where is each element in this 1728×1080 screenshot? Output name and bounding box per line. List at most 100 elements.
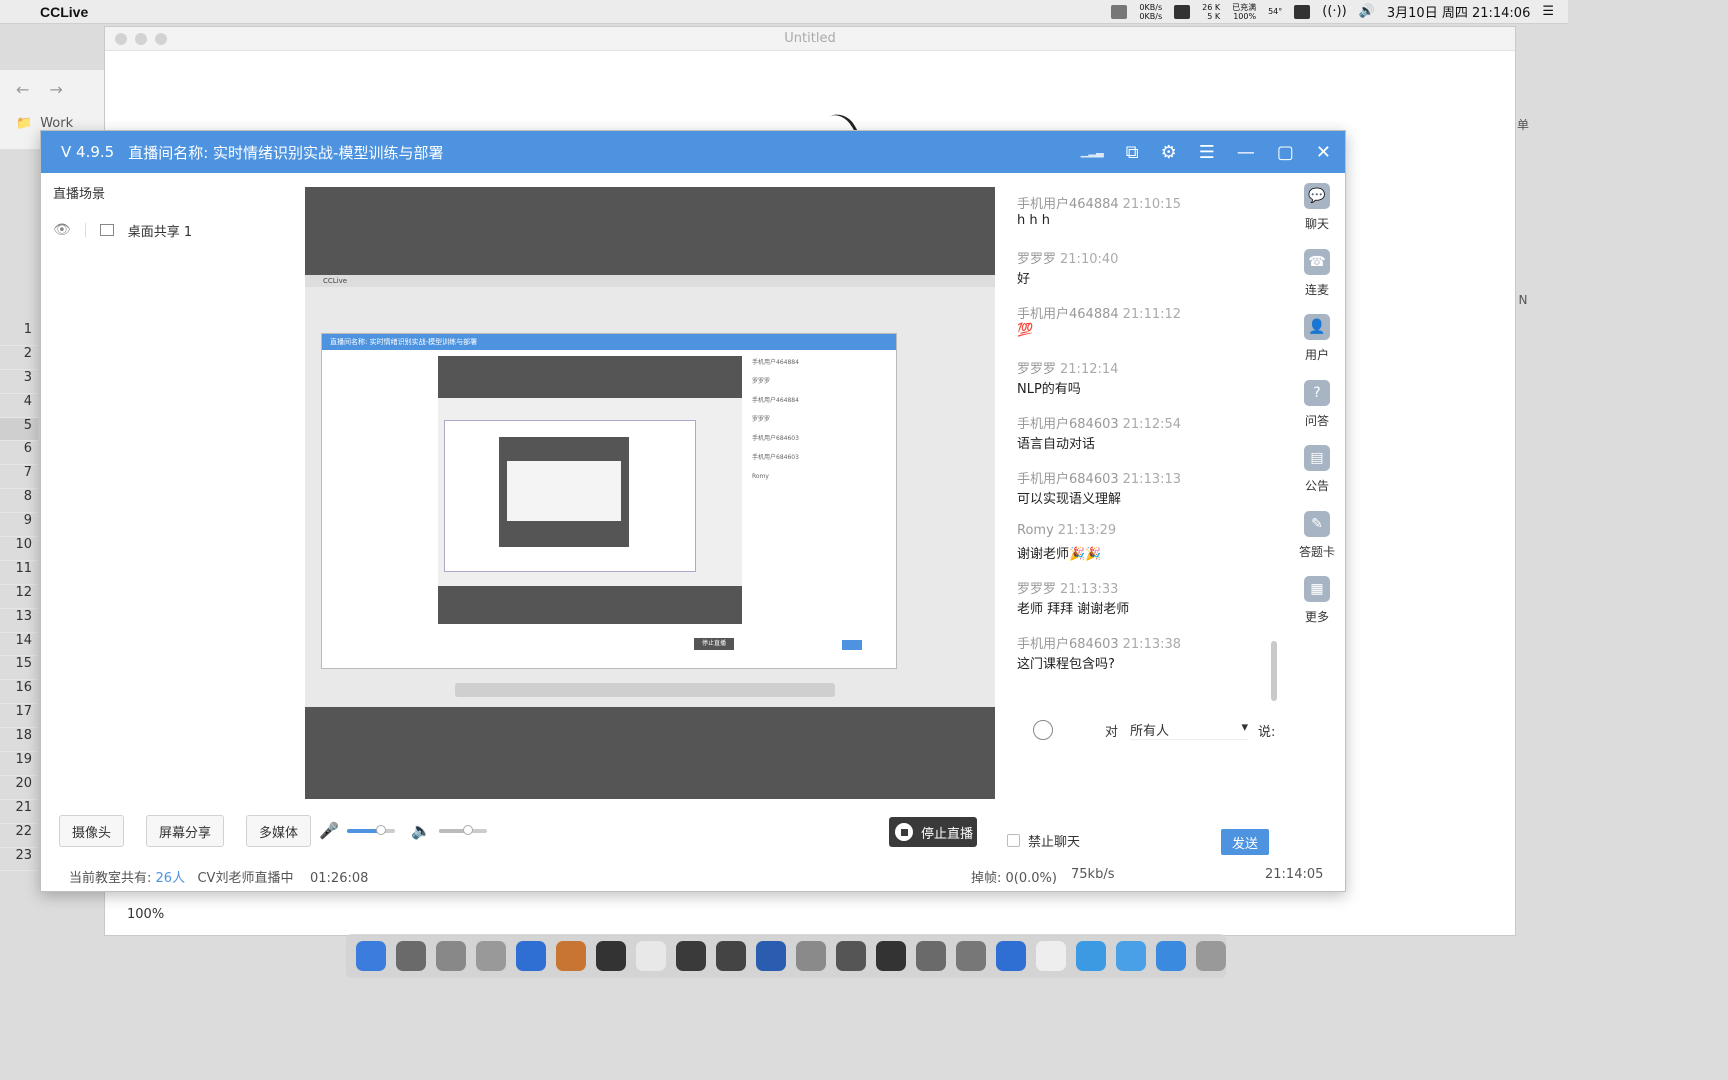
mic-volume-slider[interactable]: [346, 824, 395, 835]
chat-user[interactable]: 手机用户464884: [1017, 197, 1119, 212]
tool-notice[interactable]: ▤ 公告: [1291, 441, 1343, 507]
dock-app-icon[interactable]: [596, 941, 626, 971]
row-number[interactable]: 14: [0, 633, 38, 657]
dock-app-icon[interactable]: [796, 941, 826, 971]
row-number[interactable]: 7: [0, 465, 38, 490]
camera-button[interactable]: 摄像头: [59, 815, 125, 847]
row-number[interactable]: 12: [0, 585, 38, 609]
row-number[interactable]: 23: [0, 848, 38, 872]
row-number[interactable]: 2: [0, 346, 38, 370]
eye-icon[interactable]: 👁: [53, 222, 71, 238]
chat-user[interactable]: 手机用户684603: [1017, 417, 1119, 432]
dock-app-icon[interactable]: [436, 941, 466, 971]
stop-live-button[interactable]: 停止直播: [889, 817, 977, 847]
dock-app-icon[interactable]: [396, 941, 426, 971]
menu-app-icon[interactable]: [1174, 4, 1191, 19]
control-center-icon[interactable]: ☰: [1542, 4, 1554, 19]
chat-user[interactable]: 罗罗罗: [1017, 252, 1056, 267]
dock-app-icon[interactable]: [1156, 941, 1186, 971]
dock-app-icon[interactable]: [356, 941, 386, 971]
close-icon[interactable]: ✕: [1316, 142, 1331, 163]
minimize-icon[interactable]: —: [1237, 142, 1255, 163]
popout-icon[interactable]: ⧉: [1126, 142, 1139, 163]
speaker-icon[interactable]: 🔈: [411, 821, 431, 840]
dock-app-icon[interactable]: [1036, 941, 1066, 971]
tool-more[interactable]: ▦ 更多: [1291, 572, 1343, 638]
wifi-icon[interactable]: ((·)): [1322, 4, 1346, 19]
dock-app-icon[interactable]: [716, 941, 746, 971]
chat-scrollbar[interactable]: [1271, 641, 1277, 701]
chat-user[interactable]: 罗罗罗: [1017, 362, 1056, 377]
row-number[interactable]: 9: [0, 513, 38, 538]
row-number[interactable]: 20: [0, 776, 38, 800]
dock-app-icon[interactable]: [916, 941, 946, 971]
dock-app-icon[interactable]: [876, 941, 906, 971]
tool-answer-card[interactable]: ✎ 答题卡: [1291, 507, 1343, 573]
ban-chat-toggle[interactable]: 禁止聊天: [1007, 831, 1080, 850]
menubar-clock[interactable]: 3月10日 周四 21:14:06: [1387, 2, 1530, 21]
row-number[interactable]: 13: [0, 609, 38, 633]
dock-app-icon[interactable]: [836, 941, 866, 971]
screen-share-button[interactable]: 屏幕分享: [146, 815, 225, 847]
scene-item-desktop-share[interactable]: 👁 桌面共享 1: [53, 219, 293, 241]
chat-input[interactable]: [1011, 747, 1271, 807]
dock-app-icon[interactable]: [676, 941, 706, 971]
row-number[interactable]: 21: [0, 800, 38, 824]
row-number[interactable]: 3: [0, 370, 38, 394]
chat-list[interactable]: 手机用户464884 21:10:15 h h h 罗罗罗 21:10:40 好手机用户4…: [1017, 193, 1267, 713]
zoom-light[interactable]: [155, 33, 167, 45]
speaker-volume-slider[interactable]: [438, 824, 487, 835]
emoji-icon[interactable]: [1033, 720, 1053, 740]
dock-app-icon[interactable]: [476, 941, 506, 971]
dock-app-icon[interactable]: [556, 941, 586, 971]
dock-app-icon[interactable]: [516, 941, 546, 971]
dock-app-icon[interactable]: [636, 941, 666, 971]
row-number[interactable]: 17: [0, 704, 38, 729]
row-number[interactable]: 18: [0, 728, 38, 753]
close-light[interactable]: [115, 33, 127, 45]
chat-user[interactable]: 手机用户684603: [1017, 637, 1119, 652]
row-number[interactable]: 5: [0, 417, 38, 442]
row-number[interactable]: 1: [0, 322, 38, 346]
volume-icon[interactable]: 🔊: [1359, 4, 1375, 19]
menubar-app-name[interactable]: CCLive: [40, 4, 88, 20]
dock-app-icon[interactable]: [1076, 941, 1106, 971]
row-number[interactable]: 10: [0, 537, 38, 561]
row-number[interactable]: 16: [0, 680, 38, 705]
row-number[interactable]: 11: [0, 561, 38, 585]
clipboard-icon[interactable]: [1111, 4, 1128, 19]
row-number[interactable]: 19: [0, 752, 38, 776]
tool-chat[interactable]: 💬 聊天: [1291, 179, 1343, 245]
menu-icon[interactable]: ☰: [1199, 142, 1215, 163]
dock-app-icon[interactable]: [956, 941, 986, 971]
minimize-light[interactable]: [135, 33, 147, 45]
chat-user[interactable]: Romy: [1017, 523, 1054, 538]
chat-user[interactable]: 手机用户464884: [1017, 307, 1119, 322]
microphone-icon[interactable]: 🎤: [319, 821, 339, 840]
bookmark-work[interactable]: 📁 Work: [16, 116, 73, 131]
chat-user[interactable]: 手机用户684603: [1017, 472, 1119, 487]
dock-app-icon[interactable]: [1116, 941, 1146, 971]
recipient-select[interactable]: 所有人 ▾: [1130, 720, 1249, 740]
dock-app-icon[interactable]: [996, 941, 1026, 971]
row-number[interactable]: 8: [0, 489, 38, 514]
tool-question[interactable]: ? 问答: [1291, 376, 1343, 442]
send-button[interactable]: 发送: [1221, 829, 1269, 855]
gear-icon[interactable]: ⚙: [1161, 142, 1177, 163]
dock-app-icon[interactable]: [1196, 941, 1226, 971]
forward-icon[interactable]: →: [49, 80, 62, 99]
back-icon[interactable]: ←: [16, 80, 29, 99]
row-number[interactable]: 15: [0, 656, 38, 681]
row-number[interactable]: 22: [0, 824, 38, 848]
maximize-icon[interactable]: ▢: [1277, 142, 1294, 163]
multimedia-button[interactable]: 多媒体: [246, 815, 312, 847]
live-preview[interactable]: CCLive 直播间名称: 实时情绪识别实战-模型训练与部署 手机用户46488…: [305, 187, 995, 799]
row-number[interactable]: 6: [0, 441, 38, 466]
chat-user[interactable]: 罗罗罗: [1017, 582, 1056, 597]
input-method-icon[interactable]: [1294, 4, 1311, 19]
ban-chat-checkbox[interactable]: [1007, 834, 1020, 847]
tool-phone[interactable]: ☎ 连麦: [1291, 245, 1343, 311]
dock-app-icon[interactable]: [756, 941, 786, 971]
row-number[interactable]: 4: [0, 394, 38, 418]
zoom-level[interactable]: 100%: [127, 907, 164, 922]
